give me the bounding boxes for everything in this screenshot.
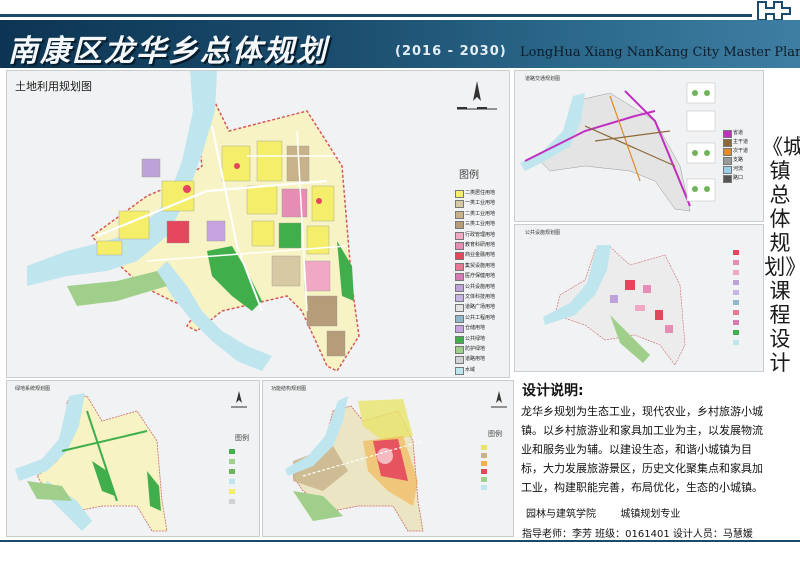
land-use-legend-label: 三类工业用地 <box>465 221 496 228</box>
road-map-panel: 道路交通规划图 省道 主干道 次干道 支路 河流 路口 <box>514 70 764 222</box>
design-notes-body: 龙华乡规划为生态工业，现代农业，乡村旅游小城镇。以乡村旅游业和家具加工业为主，以… <box>521 405 763 494</box>
page-title: 南康区龙华乡总体规划 <box>8 34 328 69</box>
header-top-line <box>0 14 800 17</box>
green-system-legend-title: 图例 <box>235 434 249 442</box>
school-name: 园林与建筑学院 <box>526 509 596 520</box>
road-legend-swatch <box>723 148 732 156</box>
land-use-legend-label: 道路广场用地 <box>465 304 496 311</box>
land-use-legend-label: 一类工业用地 <box>465 200 496 207</box>
green-system-map <box>15 393 168 532</box>
credits: 园林与建筑学院 城镇规划专业 <box>526 505 680 520</box>
land-use-legend-swatch <box>455 262 464 271</box>
road-map-legend: 省道主干道次干道支路河流路口 <box>723 129 761 189</box>
road-legend-label: 路口 <box>733 175 744 181</box>
corner-ornament-icon <box>752 0 800 20</box>
land-use-legend-label: 二类工业用地 <box>465 210 496 217</box>
land-use-legend-swatch <box>455 304 464 313</box>
land-use-legend-label: 仓储用地 <box>465 325 486 332</box>
land-use-map <box>27 71 360 372</box>
footer-credits: 指导老师：李芳 班级：0161401 设计人员：马慧媛 <box>522 529 753 540</box>
page-title-english: LongHua Xiang NanKang City Master Plan <box>520 45 800 60</box>
north-arrow-icon <box>457 81 497 110</box>
green-system-legend <box>229 449 235 504</box>
road-legend-swatch <box>723 175 732 183</box>
land-use-legend-swatch <box>455 242 464 250</box>
land-use-legend-swatch <box>455 190 464 198</box>
road-legend-label: 主干道 <box>733 139 749 145</box>
land-use-legend-swatch <box>455 252 464 261</box>
green-system-panel: 绿地系统规划图 图例 <box>6 380 260 537</box>
land-use-legend-swatch <box>455 294 464 302</box>
land-use-legend-title: 图例 <box>459 170 479 181</box>
major-name: 城镇规划专业 <box>620 509 681 520</box>
land-use-legend-swatch <box>455 221 464 230</box>
land-use-legend-label: 公共绿地 <box>465 335 486 342</box>
land-use-legend-swatch <box>455 200 464 209</box>
road-legend-swatch <box>723 166 732 174</box>
land-use-legend-label: 防护绿地 <box>465 346 486 352</box>
land-use-legend-label: 水域 <box>465 366 476 373</box>
north-arrow-icon <box>231 391 247 408</box>
function-structure-panel: 功能结构规划图 图例 <box>262 380 514 537</box>
land-use-legend-label: 公共设施用地 <box>465 283 496 290</box>
land-use-legend: 二类居住用地 一类工业用地 二类工业用地 三类工业用地 行政管理用地 教育科研用地 商业金融… <box>455 189 507 377</box>
footer-line <box>0 540 800 542</box>
land-use-legend-label: 集贸设施用地 <box>465 262 496 269</box>
land-use-legend-label: 道路用地 <box>465 356 486 363</box>
land-use-legend-label: 公共工程用地 <box>465 314 496 321</box>
land-use-legend-swatch <box>455 231 464 240</box>
road-legend-label: 支路 <box>733 157 744 163</box>
land-use-legend-label: 医疗保健用地 <box>465 273 496 280</box>
course-title-vertical: 《城镇总体规划》课程设计 <box>762 135 800 375</box>
plan-years: (2016 - 2030) <box>395 44 507 59</box>
land-use-legend-label: 商业金融用地 <box>465 252 496 259</box>
land-use-legend-swatch <box>455 366 464 375</box>
land-use-map-panel: 土地利用规划图 图例 二类居住用地 一类工业用地 二类工业用地 三类工业用地 行… <box>6 70 510 378</box>
land-use-legend-swatch <box>455 210 464 219</box>
public-facilities-map <box>543 245 686 366</box>
north-arrow-icon <box>491 391 507 408</box>
land-use-legend-swatch <box>455 283 464 292</box>
design-notes-title: 设计说明: <box>522 383 584 399</box>
road-legend-label: 省道 <box>733 130 744 136</box>
road-legend-label: 次干道 <box>733 148 749 154</box>
road-legend-swatch <box>723 130 732 138</box>
function-structure-map <box>285 396 424 532</box>
land-use-legend-swatch <box>455 356 464 365</box>
land-use-legend-swatch <box>455 346 464 354</box>
land-use-legend-swatch <box>455 273 464 282</box>
land-use-legend-swatch <box>455 314 464 323</box>
function-structure-legend-title: 图例 <box>488 430 502 438</box>
land-use-legend-swatch <box>455 325 464 334</box>
land-use-legend-label: 行政管理用地 <box>465 231 496 238</box>
road-legend-swatch <box>723 157 732 165</box>
public-facilities-legend <box>733 250 739 345</box>
function-structure-legend <box>481 445 487 490</box>
public-facilities-panel: 公共设施规划图 <box>514 224 764 372</box>
land-use-legend-swatch <box>455 335 464 344</box>
land-use-legend-label: 二类居住用地 <box>465 190 496 196</box>
land-use-legend-label: 教育科研用地 <box>465 242 496 248</box>
road-legend-swatch <box>723 139 732 147</box>
land-use-legend-label: 文体科技用地 <box>465 294 496 300</box>
road-legend-label: 河流 <box>733 166 744 172</box>
